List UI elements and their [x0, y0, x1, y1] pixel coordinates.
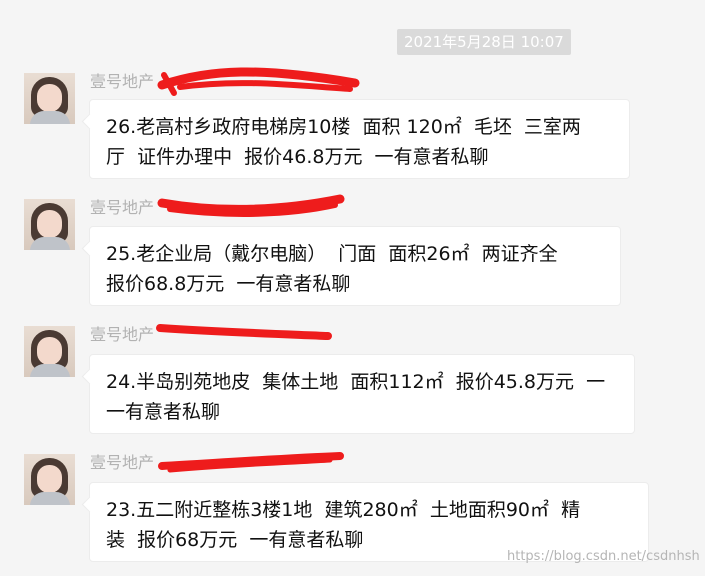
source-watermark: https://blog.csdn.net/csdnhsh	[507, 549, 700, 564]
redaction-scribble	[157, 67, 360, 96]
sender-avatar[interactable]	[24, 73, 75, 124]
sender-avatar[interactable]	[24, 199, 75, 250]
message-bubble[interactable]: 24.半岛别苑地皮 集体土地 面积112㎡ 报价45.8万元 一 一有意者私聊	[89, 354, 635, 434]
redaction-scribble	[157, 194, 345, 217]
sender-name[interactable]: 壹号地产	[90, 326, 154, 344]
chat-message: 壹号地产 25.老企业局（戴尔电脑） 门面 面积26㎡ 两证齐全 报价68.8万…	[0, 194, 705, 309]
sender-avatar[interactable]	[24, 326, 75, 377]
redaction-scribble	[158, 452, 344, 473]
sender-name[interactable]: 壹号地产	[90, 73, 154, 91]
message-timestamp: 2021年5月28日 10:07	[397, 29, 571, 55]
sender-name[interactable]: 壹号地产	[90, 454, 154, 472]
chat-message: 壹号地产 23.五二附近整栋3楼1地 建筑280㎡ 土地面积90㎡ 精 装 报价…	[0, 452, 705, 564]
message-bubble[interactable]: 25.老企业局（戴尔电脑） 门面 面积26㎡ 两证齐全 报价68.8万元 一有意…	[89, 226, 621, 306]
redaction-scribble	[156, 324, 332, 340]
message-bubble[interactable]: 26.老高村乡政府电梯房10楼 面积 120㎡ 毛坯 三室两 厅 证件办理中 报…	[89, 99, 630, 179]
sender-name[interactable]: 壹号地产	[90, 199, 154, 217]
chat-message: 壹号地产 24.半岛别苑地皮 集体土地 面积112㎡ 报价45.8万元 一 一有…	[0, 324, 705, 436]
sender-avatar[interactable]	[24, 454, 75, 505]
chat-message: 壹号地产 26.老高村乡政府电梯房10楼 面积 120㎡ 毛坯 三室两 厅 证件…	[0, 67, 705, 183]
